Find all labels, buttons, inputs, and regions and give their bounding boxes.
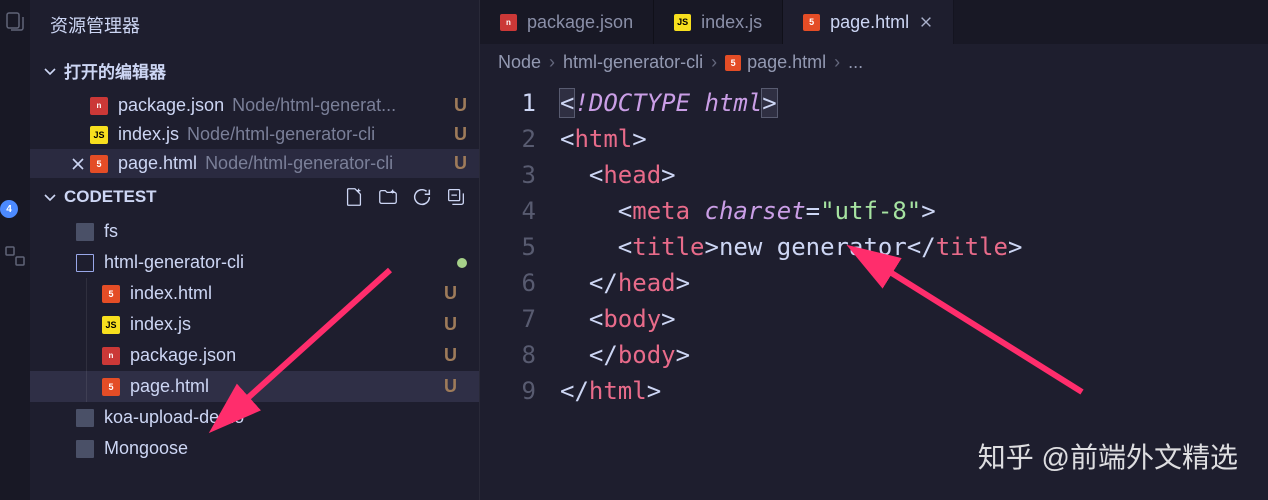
git-status: U	[444, 376, 467, 397]
npm-icon: n	[500, 14, 517, 31]
folder-open-icon	[76, 254, 94, 272]
editor-tabs: n package.json JS index.js 5 page.html	[480, 0, 1268, 44]
explorer-sidebar: 资源管理器 打开的编辑器 n package.json Node/html-ge…	[30, 0, 480, 500]
open-editor-path: Node/html-generator-cli	[205, 153, 446, 174]
open-editor-item[interactable]: 5 page.html Node/html-generator-cli U	[30, 149, 479, 178]
close-icon[interactable]	[919, 15, 933, 29]
html-icon: 5	[102, 285, 120, 303]
npm-icon: n	[102, 347, 120, 365]
workspace-label: CODETEST	[64, 187, 157, 207]
code-editor[interactable]: 123456789 <!DOCTYPE html> <html> <head> …	[480, 81, 1268, 409]
js-icon: JS	[90, 126, 108, 144]
breadcrumb-item[interactable]: Node	[498, 52, 541, 73]
html-icon: 5	[803, 14, 820, 31]
tree-item[interactable]: koa-upload-demo	[30, 402, 479, 433]
tree-item-label: html-generator-cli	[104, 252, 244, 273]
tree-item-label: Mongoose	[104, 438, 188, 459]
tab-label: package.json	[527, 12, 633, 33]
tree-item[interactable]: JS index.js U	[30, 309, 479, 340]
tree-item[interactable]: Mongoose	[30, 433, 479, 464]
breadcrumb-file[interactable]: page.html	[747, 52, 826, 73]
tree-item-label: package.json	[130, 345, 236, 366]
new-file-icon[interactable]	[343, 186, 365, 208]
html-icon: 5	[102, 378, 120, 396]
tab-label: page.html	[830, 12, 909, 33]
chevron-down-icon	[42, 63, 58, 79]
git-status: U	[444, 314, 467, 335]
files-icon[interactable]	[3, 10, 27, 34]
tree-item[interactable]: 5 page.html U	[30, 371, 479, 402]
tree-item-label: index.js	[130, 314, 191, 335]
tree-item[interactable]: n package.json U	[30, 340, 479, 371]
breadcrumb-separator: ›	[549, 52, 555, 73]
scm-badge[interactable]: 4	[0, 200, 18, 218]
folder-icon	[76, 409, 94, 427]
js-icon: JS	[674, 14, 691, 31]
tree-item-label: index.html	[130, 283, 212, 304]
close-icon[interactable]	[70, 156, 86, 172]
tree-item-label: koa-upload-demo	[104, 407, 244, 428]
folder-icon	[76, 440, 94, 458]
git-status: U	[446, 95, 467, 116]
breadcrumb-tail[interactable]: ...	[848, 52, 863, 73]
npm-icon: n	[90, 97, 108, 115]
open-editor-name: page.html	[118, 153, 197, 174]
editor-tab[interactable]: 5 page.html	[783, 0, 954, 44]
activity-bar: 4	[0, 0, 30, 500]
open-editor-name: package.json	[118, 95, 224, 116]
tree-item[interactable]: fs	[30, 216, 479, 247]
breadcrumb-item[interactable]: html-generator-cli	[563, 52, 703, 73]
open-editor-item[interactable]: n package.json Node/html-generat... U	[30, 91, 479, 120]
html-icon: 5	[725, 55, 741, 71]
refresh-icon[interactable]	[411, 186, 433, 208]
tree-item-label: page.html	[130, 376, 209, 397]
git-status: U	[446, 153, 467, 174]
open-editors-header[interactable]: 打开的编辑器	[30, 50, 479, 91]
watermark: 知乎 @前端外文精选	[978, 436, 1238, 476]
tree-item[interactable]: 5 index.html U	[30, 278, 479, 309]
breadcrumb[interactable]: Node › html-generator-cli › 5 page.html …	[480, 44, 1268, 81]
explorer-title: 资源管理器	[30, 0, 479, 50]
js-icon: JS	[102, 316, 120, 334]
open-editor-path: Node/html-generator-cli	[187, 124, 446, 145]
editor-tab[interactable]: n package.json	[480, 0, 654, 44]
editor-tab[interactable]: JS index.js	[654, 0, 783, 44]
tab-label: index.js	[701, 12, 762, 33]
tree-item[interactable]: html-generator-cli	[30, 247, 479, 278]
folder-icon	[76, 223, 94, 241]
extensions-icon[interactable]	[3, 244, 27, 268]
open-editor-path: Node/html-generat...	[232, 95, 446, 116]
open-editor-name: index.js	[118, 124, 179, 145]
collapse-all-icon[interactable]	[445, 186, 467, 208]
git-status: U	[444, 283, 467, 304]
editor-region: n package.json JS index.js 5 page.html N…	[480, 0, 1268, 500]
line-numbers: 123456789	[480, 85, 560, 409]
code-content[interactable]: <!DOCTYPE html> <html> <head> <meta char…	[560, 85, 1022, 409]
git-status: U	[446, 124, 467, 145]
open-editors-label: 打开的编辑器	[64, 58, 166, 83]
tree-item-label: fs	[104, 221, 118, 242]
breadcrumb-separator: ›	[834, 52, 840, 73]
modified-dot	[457, 258, 467, 268]
open-editor-item[interactable]: JS index.js Node/html-generator-cli U	[30, 120, 479, 149]
breadcrumb-separator: ›	[711, 52, 717, 73]
workspace-header[interactable]: CODETEST	[30, 178, 479, 216]
new-folder-icon[interactable]	[377, 186, 399, 208]
html-icon: 5	[90, 155, 108, 173]
git-status: U	[444, 345, 467, 366]
chevron-down-icon	[42, 189, 58, 205]
